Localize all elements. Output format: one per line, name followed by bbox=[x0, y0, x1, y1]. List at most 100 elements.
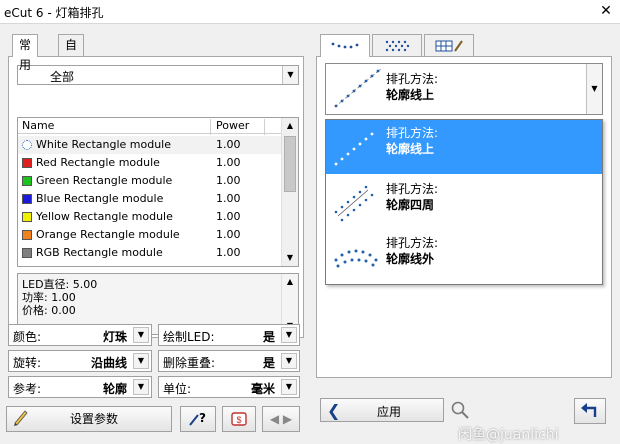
chevron-down-icon[interactable]: ▼ bbox=[133, 379, 149, 395]
diagonal-dots-icon bbox=[334, 132, 374, 166]
color-swatch bbox=[22, 158, 32, 168]
color-swatch bbox=[22, 194, 32, 204]
undo-button[interactable] bbox=[574, 398, 606, 424]
reference-label: 参考: bbox=[13, 382, 42, 396]
col-power-header[interactable]: Power bbox=[216, 119, 249, 132]
row-name: White Rectangle module bbox=[36, 138, 171, 151]
row-power: 1.00 bbox=[216, 192, 241, 205]
color-swatch bbox=[22, 248, 32, 258]
chevron-down-icon[interactable]: ▼ bbox=[282, 66, 298, 84]
table-row[interactable]: Blue Rectangle module 1.00 bbox=[18, 190, 282, 208]
grid-edit-icon bbox=[435, 40, 463, 52]
column-divider[interactable] bbox=[210, 119, 211, 135]
dots-around-line-icon bbox=[334, 185, 374, 222]
option-name: 轮廓线外 bbox=[386, 252, 435, 266]
row-power: 1.00 bbox=[216, 228, 241, 241]
option-label: 排孔方法: bbox=[386, 126, 439, 140]
chevron-down-icon[interactable]: ▼ bbox=[281, 379, 297, 395]
row-name: RGB Rectangle module bbox=[36, 246, 163, 259]
table-row[interactable]: White Rectangle module 1.00 bbox=[18, 136, 282, 154]
led-diode-icon bbox=[22, 266, 32, 267]
apply-button[interactable]: ❮ 应用 bbox=[320, 398, 444, 422]
table-row[interactable]: Green Rectangle module 1.00 bbox=[18, 172, 282, 190]
table-row[interactable]: White Circle diode 1.00 bbox=[18, 262, 282, 267]
rotate-select[interactable]: 旋转: 沿曲线 ▼ bbox=[8, 350, 152, 372]
reference-value: 轮廓 bbox=[102, 382, 127, 396]
chevron-down-icon[interactable]: ▼ bbox=[281, 353, 297, 369]
close-icon[interactable]: ✕ bbox=[598, 3, 614, 19]
watermark-text: 闲鱼@juanlichi bbox=[458, 427, 559, 443]
row-power: 1.00 bbox=[216, 210, 241, 223]
color-select[interactable]: 颜色: 灯珠 ▼ bbox=[8, 324, 152, 346]
scroll-down-icon[interactable]: ▼ bbox=[282, 250, 298, 266]
dialog-body: 常用 自定义 全部 ▼ Name Power White Rectangle m… bbox=[0, 24, 620, 443]
method-dropdown: 排孔方法: 轮廓线上 排孔方法: 轮廓四周 排孔方法: 轮廓线外 bbox=[325, 119, 603, 285]
dot-line-icon bbox=[331, 42, 359, 49]
table-row[interactable]: Red Rectangle module 1.00 bbox=[18, 154, 282, 172]
left-right-arrows-icon: ◀ ▶ bbox=[269, 412, 293, 426]
row-power: 1.00 bbox=[216, 138, 241, 151]
method-panel: 排孔方法: 轮廓线上 ▼ 排孔方法: 轮廓线上 排孔方法: 轮廓四周 排孔方法:… bbox=[316, 56, 612, 378]
tab-common[interactable]: 常用 bbox=[12, 34, 39, 72]
draw-led-label: 绘制LED: bbox=[163, 330, 215, 344]
scroll-up-icon[interactable]: ▲ bbox=[282, 118, 298, 134]
chevron-down-icon[interactable]: ▼ bbox=[281, 327, 297, 343]
unit-label: 单位: bbox=[163, 382, 192, 396]
list-scrollbar[interactable]: ▲ ▼ bbox=[281, 118, 298, 266]
set-params-button[interactable]: 设置参数 bbox=[6, 406, 172, 432]
remove-duplicate-select[interactable]: 删除重叠: 是 ▼ bbox=[158, 350, 300, 372]
option-on-contour[interactable]: 排孔方法: 轮廓线上 bbox=[326, 120, 602, 174]
remove-duplicate-label: 删除重叠: bbox=[163, 356, 216, 370]
scroll-up-icon[interactable]: ▲ bbox=[282, 274, 298, 290]
led-list[interactable]: Name Power White Rectangle module 1.00 Red… bbox=[17, 117, 299, 267]
method-select[interactable]: 排孔方法: 轮廓线上 ▼ bbox=[325, 63, 603, 115]
chevron-down-icon[interactable]: ▼ bbox=[133, 353, 149, 369]
row-power: 1.00 bbox=[216, 156, 241, 169]
unit-select[interactable]: 单位: 毫米 ▼ bbox=[158, 376, 300, 398]
collapse-button[interactable]: ◀ ▶ bbox=[262, 406, 300, 432]
column-divider[interactable] bbox=[264, 119, 265, 135]
help-button[interactable]: ? bbox=[180, 406, 216, 432]
tab-dot-grid[interactable] bbox=[372, 34, 422, 56]
row-power: 1.00 bbox=[216, 246, 241, 259]
chevron-down-icon[interactable]: ▼ bbox=[133, 327, 149, 343]
category-select[interactable]: 全部 ▼ bbox=[17, 65, 299, 85]
help-text: ? bbox=[199, 411, 206, 425]
title-bar: eCut 6 - 灯箱排孔 ✕ bbox=[0, 0, 620, 24]
back-arrow-icon: ❮ bbox=[327, 401, 341, 420]
option-name: 轮廓四周 bbox=[386, 198, 435, 212]
method-label: 排孔方法: bbox=[386, 72, 439, 86]
tab-custom[interactable]: 自定义 bbox=[58, 34, 85, 92]
led-library-panel: 全部 ▼ Name Power White Rectangle module 1.… bbox=[8, 56, 304, 338]
diagonal-dots-icon bbox=[334, 67, 383, 108]
chevron-down-icon[interactable]: ▼ bbox=[586, 64, 602, 114]
undo-icon bbox=[581, 403, 597, 417]
draw-led-value: 是 bbox=[262, 330, 275, 344]
option-around-contour[interactable]: 排孔方法: 轮廓四周 bbox=[326, 176, 602, 230]
table-row[interactable]: Yellow Rectangle module 1.00 bbox=[18, 208, 282, 226]
set-params-label: 设置参数 bbox=[69, 412, 118, 426]
color-value: 灯珠 bbox=[102, 330, 127, 344]
scroll-thumb[interactable] bbox=[284, 136, 296, 192]
row-name: Orange Rectangle module bbox=[36, 228, 180, 241]
rotate-value: 沿曲线 bbox=[90, 356, 127, 370]
color-swatch bbox=[22, 212, 32, 222]
option-outside-contour[interactable]: 排孔方法: 轮廓线外 bbox=[326, 230, 602, 284]
search-icon[interactable] bbox=[450, 400, 470, 420]
list-header: Name Power bbox=[18, 118, 282, 135]
row-name: Red Rectangle module bbox=[36, 156, 160, 169]
col-name-header[interactable]: Name bbox=[22, 119, 54, 132]
reference-select[interactable]: 参考: 轮廓 ▼ bbox=[8, 376, 152, 398]
unit-value: 毫米 bbox=[250, 382, 275, 396]
table-row[interactable]: Orange Rectangle module 1.00 bbox=[18, 226, 282, 244]
table-row[interactable]: RGB Rectangle module 1.00 bbox=[18, 244, 282, 262]
price-tag-icon: $ bbox=[230, 412, 248, 431]
tab-dot-line[interactable] bbox=[320, 34, 370, 57]
price-button[interactable]: $ bbox=[222, 406, 256, 432]
draw-led-select[interactable]: 绘制LED: 是 ▼ bbox=[158, 324, 300, 346]
rotate-label: 旋转: bbox=[13, 356, 42, 370]
led-module-icon bbox=[22, 140, 32, 150]
tab-grid-edit[interactable] bbox=[424, 34, 474, 56]
apply-label: 应用 bbox=[377, 405, 402, 419]
remove-duplicate-value: 是 bbox=[262, 356, 275, 370]
